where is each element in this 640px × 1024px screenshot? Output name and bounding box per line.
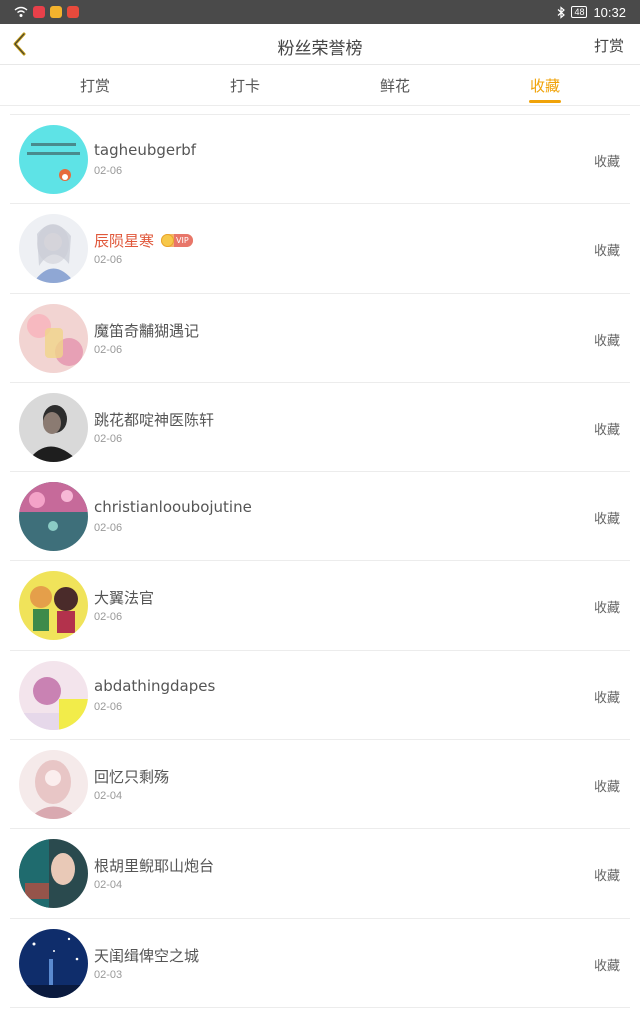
notification-app-icon [50, 6, 62, 18]
username: 跳花都啶神医陈轩 [94, 409, 214, 430]
tab-reward[interactable]: 打赏 [45, 66, 145, 106]
action-label: 收藏 [593, 422, 620, 438]
notification-app-icon [33, 6, 45, 18]
tab-favorites[interactable]: 收藏 [495, 66, 595, 106]
username-text: 跳花都啶神医陈轩 [94, 410, 215, 429]
fan-list: tagheubgerbf 02-06 收藏 辰陨星寒 VIP 02-06 收藏 … [10, 115, 630, 1008]
list-item[interactable]: 天闺缉俾空之城 02-03 收藏 [10, 919, 630, 1008]
username: christianlooubojutine [94, 498, 252, 516]
username-text: 魔笛奇黼猢遇记 [94, 321, 200, 340]
username-text: 天闺缉俾空之城 [94, 946, 200, 965]
avatar[interactable] [19, 839, 88, 909]
vip-label: VIP [174, 234, 193, 248]
username: tagheubgerbf [94, 141, 196, 159]
status-time: 10:32 [593, 4, 626, 20]
avatar[interactable] [19, 125, 88, 194]
action-label: 收藏 [593, 333, 620, 349]
date: 02-06 [94, 611, 123, 624]
username-text: 辰陨星寒 [94, 232, 155, 251]
tab-label: 鲜花 [379, 77, 410, 95]
date: 02-06 [94, 254, 123, 267]
tab-checkin[interactable]: 打卡 [195, 66, 295, 106]
username: 辰陨星寒 VIP [94, 230, 193, 251]
action-label: 收藏 [593, 244, 620, 260]
tab-flowers[interactable]: 鲜花 [345, 66, 445, 106]
list-item[interactable]: 回忆只剩殇 02-04 收藏 [10, 740, 630, 830]
avatar[interactable] [19, 303, 88, 373]
username-text: tagheubgerbf [94, 141, 197, 159]
date: 02-06 [94, 165, 123, 177]
action-label: 收藏 [593, 869, 620, 885]
page-title: 粉丝荣誉榜 [277, 39, 363, 59]
username-text: 回忆只剩殇 [94, 768, 170, 787]
username-text: 根胡里鲵耶山炮台 [94, 857, 215, 876]
username: 魔笛奇黼猢遇记 [94, 320, 199, 341]
reward-button[interactable]: 打赏 [594, 35, 624, 56]
username-text: abdathingdapes [94, 676, 216, 695]
tab-bar: 打赏 打卡 鲜花 收藏 [0, 66, 640, 106]
username: abdathingdapes [94, 677, 215, 695]
date: 02-06 [94, 700, 123, 713]
tab-label: 打卡 [229, 77, 260, 95]
wifi-icon [14, 6, 28, 17]
avatar[interactable] [19, 928, 88, 998]
username-text: christianlooubojutine [94, 498, 252, 517]
bluetooth-icon [558, 5, 566, 19]
vip-coin-icon [161, 234, 175, 248]
avatar[interactable] [19, 660, 88, 730]
list-item[interactable]: abdathingdapes 02-06 收藏 [10, 651, 630, 741]
list-item[interactable]: 跳花都啶神医陈轩 02-06 收藏 [10, 383, 630, 473]
username: 天闺缉俾空之城 [94, 945, 199, 966]
vip-badge: VIP [161, 234, 193, 248]
list-item[interactable]: 大翼法官 02-06 收藏 [10, 561, 630, 651]
action-label: 收藏 [593, 780, 620, 796]
date: 02-04 [94, 790, 123, 803]
avatar[interactable] [19, 482, 88, 552]
action-label: 收藏 [593, 155, 620, 170]
list-item[interactable]: 魔笛奇黼猢遇记 02-06 收藏 [10, 294, 630, 383]
list-item[interactable]: 根胡里鲵耶山炮台 02-04 收藏 [10, 829, 630, 919]
username: 回忆只剩殇 [94, 766, 169, 787]
avatar[interactable] [19, 750, 88, 820]
date: 02-06 [94, 432, 123, 445]
list-item[interactable]: tagheubgerbf 02-06 收藏 [10, 115, 630, 205]
list-item[interactable]: 辰陨星寒 VIP 02-06 收藏 [10, 204, 630, 294]
list-item[interactable]: christianlooubojutine 02-06 收藏 [10, 472, 630, 562]
active-tab-indicator [529, 100, 561, 103]
avatar[interactable] [19, 214, 88, 284]
action-label: 收藏 [593, 958, 620, 974]
app-header: 粉丝荣誉榜 打赏 [0, 24, 640, 65]
avatar[interactable] [19, 571, 88, 641]
status-right: 48 10:32 [557, 0, 626, 24]
date: 02-04 [94, 879, 123, 892]
date: 02-06 [94, 343, 123, 356]
tab-label: 收藏 [529, 77, 560, 95]
notification-app-icon [67, 6, 79, 18]
tab-label: 打赏 [79, 77, 110, 95]
username-text: 大翼法官 [94, 589, 155, 608]
username: 大翼法官 [94, 587, 154, 608]
date: 02-06 [94, 522, 123, 535]
username: 根胡里鲵耶山炮台 [94, 855, 214, 876]
date: 02-03 [94, 968, 123, 981]
action-label: 收藏 [593, 601, 620, 617]
battery-icon: 48 [571, 6, 588, 18]
avatar[interactable] [19, 392, 88, 462]
action-label: 收藏 [593, 512, 620, 528]
status-bar: 48 10:32 [0, 0, 640, 24]
action-label: 收藏 [593, 690, 620, 706]
status-left [14, 4, 79, 20]
